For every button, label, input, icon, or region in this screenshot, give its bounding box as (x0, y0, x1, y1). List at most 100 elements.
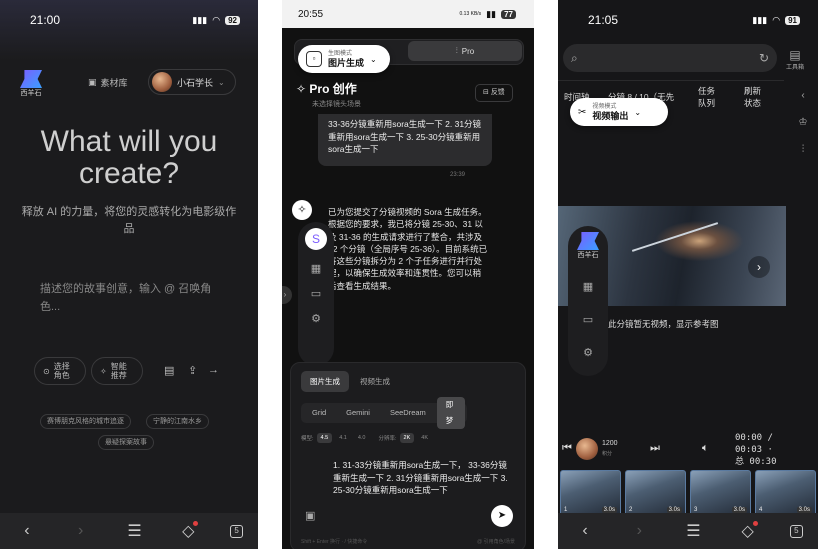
logo-mark-icon (20, 70, 42, 88)
shot-thumb[interactable]: 2 3.0s (625, 470, 686, 516)
person-icon: ⊙ (43, 366, 50, 376)
smart-recommend-button[interactable]: ✧ 智能 推荐 (91, 357, 143, 385)
battery-icon: 91 (785, 15, 800, 25)
refresh-status-button[interactable]: 刷新 状态 (738, 85, 784, 109)
hint-left: Shift + Enter 换行 · / 快捷命令 (301, 539, 368, 545)
folder-icon[interactable]: ▭ (583, 313, 593, 326)
sliders-icon[interactable]: ⫶ (802, 144, 805, 155)
film-icon[interactable]: ▦ (583, 280, 593, 293)
tab-video[interactable]: 视频生成 (351, 371, 399, 392)
logo-mark-icon (577, 232, 599, 250)
tab-image[interactable]: 图片生成 (301, 371, 349, 392)
folder-icon[interactable]: ▭ (311, 287, 321, 300)
shot-thumb[interactable]: 1 3.0s (560, 470, 621, 516)
app-logo[interactable]: 西羊石 (20, 70, 42, 98)
tag-icon[interactable]: ◇ (176, 521, 200, 541)
resolution-option[interactable]: 2K (399, 433, 415, 443)
forward-icon[interactable]: › (627, 522, 651, 540)
select-role-button[interactable]: ⊙ 选择 角色 (34, 357, 86, 385)
shot-strip: 1 3.0s 2 3.0s 3 3.0s 4 3.0s (558, 470, 818, 516)
reload-icon[interactable]: ↻ (759, 51, 769, 65)
model-option[interactable]: Grid (303, 405, 335, 421)
forward-icon[interactable]: › (69, 522, 93, 540)
net-speed: 0.13 KB/s (459, 11, 482, 17)
sliders-icon: ⫶ (455, 46, 458, 55)
pro-title: ✧ Pro 创作 (296, 80, 357, 97)
gear-icon[interactable]: ⚙ (583, 346, 593, 359)
suggestion-tag[interactable]: 赛博朋克风格的城市追逐 (40, 414, 131, 429)
pro-tab-label: Pro (461, 46, 475, 56)
compose-panel: 图片生成 视频生成 Grid Gemini SeeDream 即梦 模型: 4.… (290, 362, 526, 549)
compose-input[interactable]: 1. 31-33分镜重新用sora生成一下， 33-36分镜重新生成一下 2. … (333, 459, 513, 497)
menu-icon[interactable]: ☰ (681, 521, 705, 541)
model-selector: Grid Gemini SeeDream 即梦 (301, 397, 467, 429)
mode-small: 生图模式 (328, 50, 353, 57)
task-queue-button[interactable]: 任务 队列 (692, 85, 738, 109)
model-option[interactable]: SeeDream (381, 405, 435, 421)
chevron-down-icon: ⌄ (370, 54, 377, 64)
send-button[interactable]: ➤ (491, 505, 513, 527)
resolution-option[interactable]: 4K (417, 433, 432, 443)
signal-icon: ▮▮▮ (192, 14, 208, 25)
status-bar: 21:00 ▮▮▮ ◠ 92 (0, 0, 258, 40)
compose-tabs: 图片生成 视频生成 (301, 371, 399, 392)
avatar (152, 72, 172, 92)
app-logo-icon[interactable]: S (305, 228, 327, 250)
pro-tab[interactable]: ⫶ Pro (408, 41, 522, 61)
battery-icon: 92 (225, 15, 240, 25)
suggestion-tag[interactable]: 宁静的江南水乡 (146, 414, 209, 429)
attach-image-icon[interactable]: ▣ (305, 509, 315, 522)
film-icon[interactable]: ▦ (311, 262, 321, 275)
model-option[interactable]: 即梦 (436, 397, 465, 429)
credits: 1200 (602, 440, 618, 447)
collapse-arrow-icon[interactable]: › (282, 286, 292, 304)
tag-icon[interactable]: ◇ (736, 521, 760, 541)
feedback-label: 反馈 (490, 89, 505, 96)
assistant-message: 已为您提交了分镜视频的 Sora 生成任务。根据您的要求，我已将分镜 25-30… (328, 207, 488, 291)
resolution-label: 分辨率: (378, 436, 397, 442)
mode-select[interactable]: ▫ 生图模式 图片生成 ⌄ (298, 45, 390, 73)
app-logo[interactable]: 西羊石 (577, 232, 599, 260)
model-option[interactable]: Gemini (337, 405, 379, 421)
message-time: 23:39 (450, 172, 466, 178)
send-icon: ➤ (497, 510, 507, 521)
chevron-left-icon[interactable]: ‹ (801, 90, 804, 101)
user-menu[interactable]: 小石学长 ⌄ (148, 69, 236, 95)
version-option[interactable]: 4.5 (316, 433, 333, 443)
crown-icon[interactable]: ♔ (799, 117, 808, 128)
tabs-button[interactable]: 5 (230, 524, 244, 538)
arrow-right-icon[interactable]: → (208, 364, 219, 376)
upload-icon[interactable]: ⇪ (188, 364, 197, 377)
tabs-button[interactable]: 5 (789, 524, 803, 538)
status-time: 20:55 (298, 8, 324, 20)
feedback-button[interactable]: ⊟ 反馈 (475, 84, 513, 102)
skip-forward-icon[interactable]: ⏭ (650, 442, 660, 455)
divider (258, 0, 282, 549)
menu-icon[interactable]: ☰ (122, 521, 146, 541)
search-bar[interactable]: ⌕ ↻ (563, 44, 777, 72)
suggestion-tag[interactable]: 悬疑探案故事 (98, 435, 154, 450)
toolbox-label: 工具箱 (786, 65, 805, 71)
gear-icon[interactable]: ⚙ (311, 312, 321, 325)
shot-thumb[interactable]: 4 3.0s (755, 470, 816, 516)
model-options: 模型: 4.5 4.1 4.0 分辨率: 2K 4K (301, 433, 432, 443)
wifi-icon: ◠ (212, 14, 221, 25)
logo-text: 西羊石 (20, 90, 42, 97)
toolbox-button[interactable]: ▤ 工具箱 (786, 48, 804, 71)
next-arrow-icon[interactable]: › (748, 256, 770, 278)
time-sum: 总 00:30 (735, 457, 777, 467)
hero-subtitle: 释放 AI 的力量，将您的灵感转化为电影级作品 (21, 206, 237, 235)
mode-select[interactable]: ✂ 视频模式 视频输出 ⌄ (570, 98, 668, 126)
back-icon[interactable]: ‹ (573, 522, 597, 540)
shot-thumb[interactable]: 3 3.0s (690, 470, 751, 516)
skip-back-icon[interactable]: ⏮ (562, 442, 572, 455)
material-library-button[interactable]: ▣ 素材库 (88, 76, 128, 89)
volume-icon[interactable]: 🔈︎ (702, 442, 709, 455)
prompt-input[interactable]: 描述您的故事创意，输入 @ 召唤角色... (40, 280, 228, 316)
version-option[interactable]: 4.1 (335, 433, 351, 443)
mode-big: 图片生成 (328, 57, 365, 68)
back-icon[interactable]: ‹ (15, 522, 39, 540)
version-option[interactable]: 4.0 (354, 433, 370, 443)
document-icon[interactable]: ▤ (164, 364, 174, 377)
divider (534, 0, 558, 549)
